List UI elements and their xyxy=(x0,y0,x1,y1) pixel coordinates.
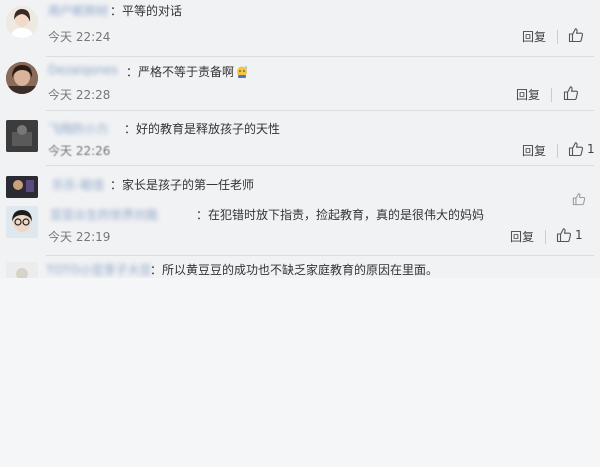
divider xyxy=(46,110,594,111)
divider xyxy=(46,165,594,166)
reply-button[interactable]: 回复 xyxy=(522,142,546,159)
like-button[interactable] xyxy=(572,192,586,206)
comment-time: 今天 22:28 xyxy=(48,88,111,102)
avatar[interactable] xyxy=(6,206,38,238)
comment-time: 今天 22:24 xyxy=(48,30,111,44)
divider xyxy=(557,30,558,44)
like-count: 1 xyxy=(587,142,595,156)
thumbs-up-icon xyxy=(556,228,572,243)
comment-text: ：在犯错时放下指责，捡起教育，真的是很伟大的妈妈 xyxy=(196,208,485,222)
thumbs-up-icon xyxy=(568,28,584,43)
thumbs-up-icon xyxy=(563,86,579,101)
comment-time: 今天 22:19 xyxy=(48,230,111,244)
avatar[interactable] xyxy=(6,6,38,38)
divider xyxy=(46,255,594,256)
comment-author[interactable]: 飞翔的小力 xyxy=(48,120,108,137)
comment-text: ：家长是孩子的第一任老师 xyxy=(110,178,255,192)
comment-list: 用户昵称材 ：平等的对话 今天 22:24 回复 Dezaiqones ：严格不… xyxy=(0,0,600,278)
thumbs-up-icon xyxy=(568,142,584,157)
reply-button[interactable]: 回复 xyxy=(510,228,534,245)
avatar[interactable] xyxy=(6,120,38,152)
reply-button[interactable]: 回复 xyxy=(516,86,540,103)
avatar[interactable] xyxy=(6,176,38,198)
like-button[interactable]: 1 xyxy=(556,227,583,243)
like-button[interactable] xyxy=(563,85,582,101)
cold-sweat-emoji-icon xyxy=(237,65,248,78)
comment-time: 今天 22:26 xyxy=(48,144,111,158)
like-button[interactable] xyxy=(568,27,587,43)
comment-author[interactable]: 用户昵称材 xyxy=(48,2,108,19)
reply-button[interactable]: 回复 xyxy=(522,28,546,45)
like-button[interactable]: 1 xyxy=(568,141,595,157)
comment-author[interactable]: Dezaiqones xyxy=(48,63,118,77)
thumbs-up-icon xyxy=(572,193,586,206)
comment-author[interactable]: 芸芸众生的世界刘我 xyxy=(50,206,196,223)
avatar[interactable] xyxy=(6,262,38,278)
divider xyxy=(551,88,552,102)
comment-text: ：平等的对话 xyxy=(110,4,183,18)
comment-text: ：严格不等于责备啊 xyxy=(126,63,248,80)
divider xyxy=(557,144,558,158)
avatar[interactable] xyxy=(6,62,38,94)
comment-text: ：所以黄豆豆的成功也不缺乏家庭教育的原因在里面。 xyxy=(150,263,439,277)
comment-text: ：好的教育是释放孩子的天性 xyxy=(124,122,281,136)
comment-author[interactable]: 乐乐-聪佳 xyxy=(52,176,104,193)
comment-author[interactable]: TOTO小豆芽子大豆芽 xyxy=(46,261,152,278)
divider xyxy=(545,230,546,244)
divider xyxy=(46,56,594,57)
like-count: 1 xyxy=(575,228,583,242)
